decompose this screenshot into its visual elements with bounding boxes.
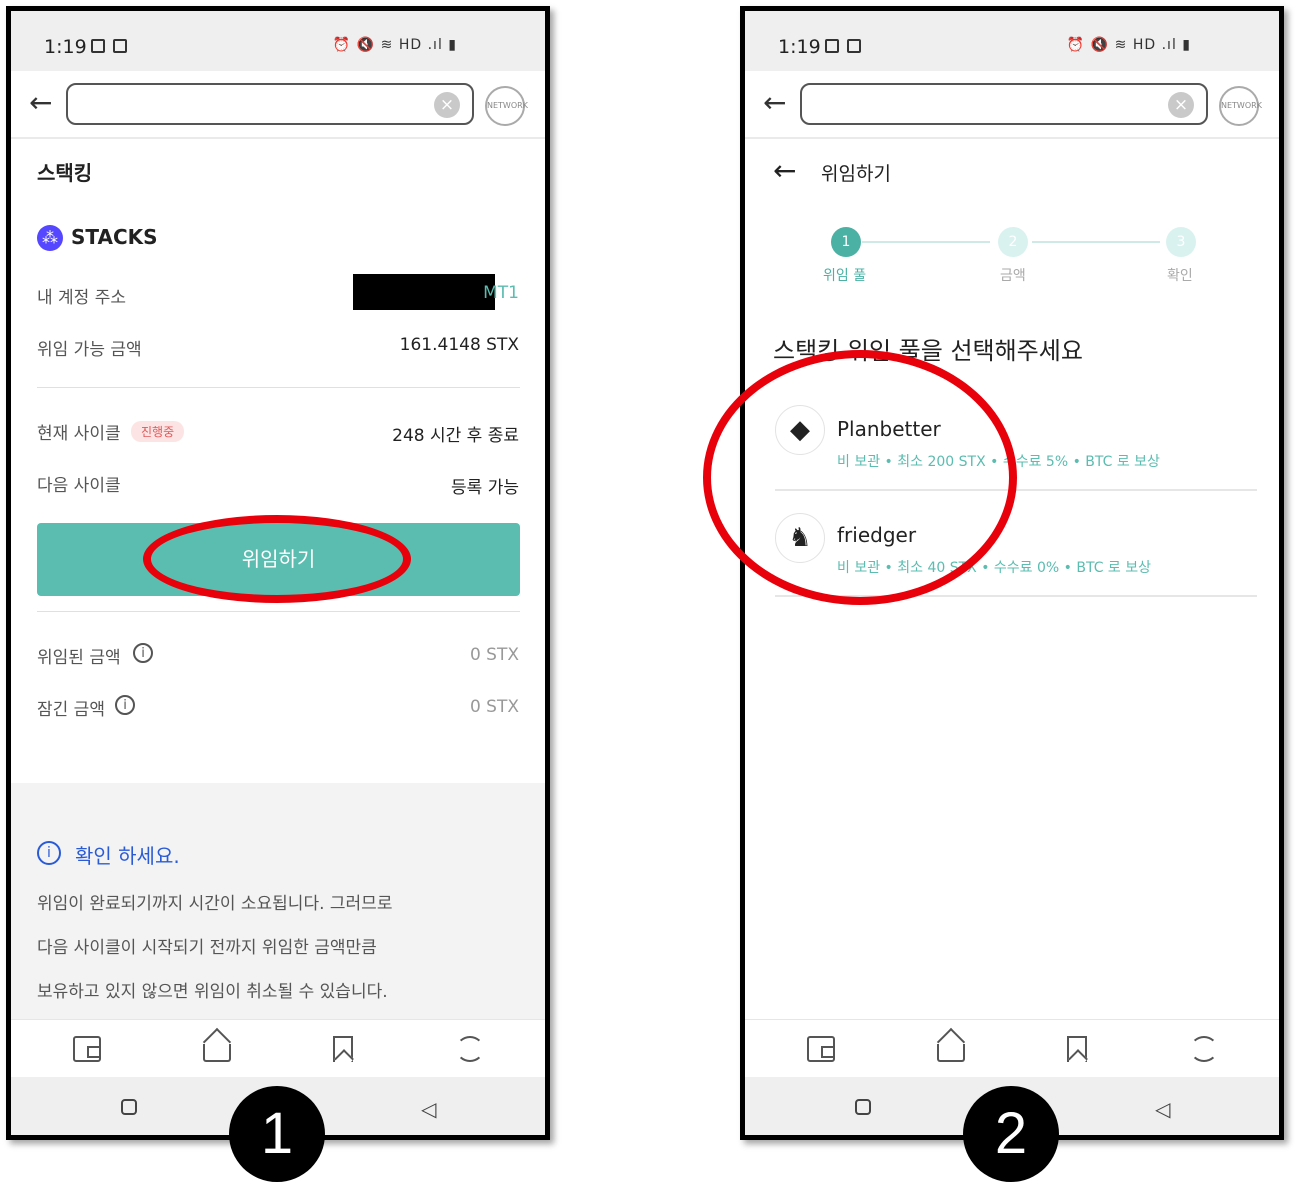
available-amount-value: 161.4148 STX xyxy=(399,335,519,355)
status-time: 1:19 xyxy=(778,36,821,58)
notification-icon xyxy=(847,39,861,53)
current-cycle-value: 248 시간 후 종료 xyxy=(392,426,519,446)
info-icon[interactable]: i xyxy=(133,643,153,663)
info-icon: i xyxy=(37,841,61,865)
network-globe-icon[interactable]: NETWORK xyxy=(1219,86,1262,126)
url-input[interactable]: × xyxy=(66,83,474,125)
next-cycle-label: 다음 사이클 xyxy=(37,476,121,496)
account-address-suffix: MT1 xyxy=(483,283,519,303)
arrow-left-icon[interactable]: ← xyxy=(29,88,52,118)
notice-line: 보유하고 있지 않으면 위임이 취소될 수 있습니다. xyxy=(37,982,388,1002)
recent-apps-icon[interactable] xyxy=(121,1099,137,1115)
current-cycle-label: 현재 사이클 xyxy=(37,424,121,444)
wallet-icon[interactable] xyxy=(73,1036,101,1062)
system-back-icon[interactable]: ◁ xyxy=(421,1097,436,1121)
info-icon[interactable]: i xyxy=(115,695,135,715)
stepper-line xyxy=(1032,241,1160,243)
system-back-icon[interactable]: ◁ xyxy=(1155,1097,1170,1121)
arrow-left-icon[interactable]: ← xyxy=(763,88,786,118)
status-indicators: ⏰ 🔇 ≋ HD .ıl ▮ xyxy=(332,37,457,53)
sync-icon[interactable] xyxy=(456,1036,484,1062)
sync-icon[interactable] xyxy=(1190,1036,1218,1062)
next-cycle-value: 등록 가능 xyxy=(451,478,519,498)
page-title: 스택킹 xyxy=(37,161,93,185)
bottom-nav xyxy=(745,1019,1279,1077)
locked-amount-label: 잠긴 금액 xyxy=(37,700,105,720)
highlight-ellipse xyxy=(703,350,1017,605)
bookmark-icon[interactable] xyxy=(1067,1036,1087,1062)
recent-apps-icon[interactable] xyxy=(855,1099,871,1115)
stepper-line xyxy=(862,241,990,243)
wallet-icon[interactable] xyxy=(807,1036,835,1062)
status-bar: 1:19 ⏰ 🔇 ≋ HD .ıl ▮ xyxy=(745,11,1279,71)
home-icon[interactable] xyxy=(937,1044,965,1062)
notice-line: 다음 사이클이 시작되기 전까지 위임한 금액만큼 xyxy=(37,938,377,958)
network-globe-icon[interactable]: NETWORK xyxy=(485,86,528,126)
status-time: 1:19 xyxy=(44,36,87,58)
locked-amount-value: 0 STX xyxy=(469,697,519,717)
account-address-label: 내 계정 주소 xyxy=(37,288,127,308)
coin-name: STACKS xyxy=(71,225,158,249)
divider xyxy=(37,611,520,612)
status-bar: 1:19 ⏰ 🔇 ≋ HD .ıl ▮ xyxy=(11,11,545,71)
notification-icon xyxy=(113,39,127,53)
bottom-nav xyxy=(11,1019,545,1077)
notice-line: 위임이 완료되기까지 시간이 소요됩니다. 그러므로 xyxy=(37,894,393,914)
status-indicators: ⏰ 🔇 ≋ HD .ıl ▮ xyxy=(1066,37,1191,53)
step-badge-2: 2 xyxy=(963,1086,1059,1182)
status-badge: 진행중 xyxy=(131,421,185,442)
bookmark-icon[interactable] xyxy=(333,1036,353,1062)
step-3-dot: 3 xyxy=(1166,227,1196,257)
step-1-label: 위임 풀 xyxy=(823,268,867,284)
divider xyxy=(37,387,520,388)
page-title: 위임하기 xyxy=(821,163,891,185)
stacks-logo-icon: ⁂ xyxy=(37,225,63,251)
browser-top-bar: ← × NETWORK xyxy=(745,71,1279,139)
step-1-dot: 1 xyxy=(831,227,861,257)
clear-icon[interactable]: × xyxy=(434,92,460,118)
highlight-ellipse xyxy=(143,515,411,603)
step-3-label: 확인 xyxy=(1167,268,1193,284)
delegated-amount-label: 위임된 금액 xyxy=(37,648,121,668)
home-icon[interactable] xyxy=(203,1044,231,1062)
browser-top-bar: ← × NETWORK xyxy=(11,71,545,139)
step-2-dot: 2 xyxy=(998,227,1028,257)
notice-panel: i 확인 하세요. 위임이 완료되기까지 시간이 소요됩니다. 그러므로 다음 … xyxy=(11,783,545,1019)
gallery-icon xyxy=(91,39,105,53)
notice-title: 확인 하세요. xyxy=(75,844,180,868)
arrow-left-icon[interactable]: ← xyxy=(773,157,796,185)
redaction-box xyxy=(353,274,495,310)
url-input[interactable]: × xyxy=(800,83,1208,125)
step-badge-1: 1 xyxy=(229,1086,325,1182)
step-2-label: 금액 xyxy=(1000,268,1026,284)
gallery-icon xyxy=(825,39,839,53)
delegated-amount-value: 0 STX xyxy=(469,645,519,665)
available-amount-label: 위임 가능 금액 xyxy=(37,340,142,360)
clear-icon[interactable]: × xyxy=(1168,92,1194,118)
